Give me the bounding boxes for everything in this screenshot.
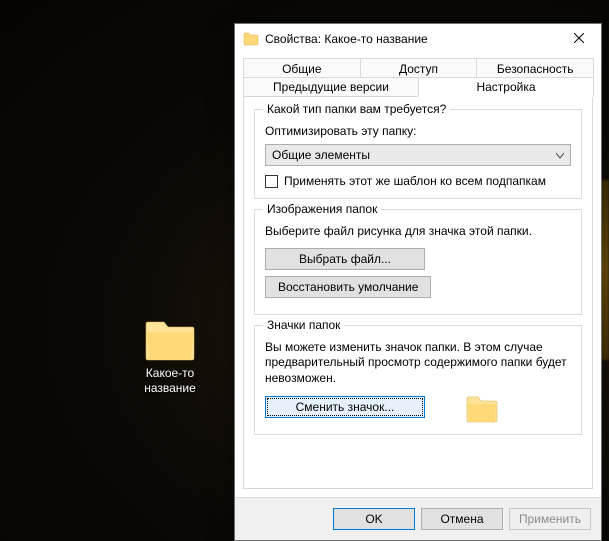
dialog-body: Какой тип папки вам требуется? Оптимизир… [243,96,593,489]
desktop: Какое-то название Свойства: Какое-то наз… [0,0,609,541]
dialog-title: Свойства: Какое-то название [265,32,556,46]
folder-icon [243,31,259,47]
apply-button[interactable]: Применить [509,508,591,530]
folder-images-desc: Выберите файл рисунка для значка этой па… [265,224,571,240]
tabs: Общие Доступ Безопасность Предыдущие вер… [235,54,601,97]
group-folder-icons-legend: Значки папок [263,318,344,332]
optimize-select-value: Общие элементы [272,148,370,162]
desktop-folder[interactable]: Какое-то название [130,320,210,396]
close-icon [574,32,584,46]
ok-button[interactable]: OK [333,508,415,530]
folder-icon [144,320,196,360]
group-folder-type-legend: Какой тип папки вам требуется? [263,102,450,116]
checkbox-icon [265,175,278,188]
tab-sharing[interactable]: Доступ [360,58,478,78]
group-folder-type: Какой тип папки вам требуется? Оптимизир… [254,109,582,199]
tab-customize[interactable]: Настройка [418,77,594,97]
apply-subfolders-label: Применять этот же шаблон ко всем подпапк… [284,174,546,188]
folder-preview-icon [465,394,499,424]
folder-icons-desc: Вы можете изменить значок папки. В этом … [265,340,571,387]
desktop-folder-label: Какое-то название [130,366,210,396]
group-folder-images: Изображения папок Выберите файл рисунка … [254,209,582,315]
optimize-select[interactable]: Общие элементы [265,144,571,166]
dialog-footer: OK Отмена Применить [235,497,601,540]
group-folder-images-legend: Изображения папок [263,202,381,216]
tab-previous-versions[interactable]: Предыдущие версии [243,77,419,97]
change-icon-button[interactable]: Сменить значок... [265,396,425,418]
properties-dialog: Свойства: Какое-то название Общие Доступ… [234,23,602,541]
tab-security[interactable]: Безопасность [476,58,594,78]
tab-general[interactable]: Общие [243,58,361,78]
chevron-down-icon [556,148,564,162]
choose-file-button[interactable]: Выбрать файл... [265,248,425,270]
restore-default-button[interactable]: Восстановить умолчание [265,276,431,298]
cancel-button[interactable]: Отмена [421,508,503,530]
titlebar: Свойства: Какое-то название [235,24,601,54]
group-folder-icons: Значки папок Вы можете изменить значок п… [254,325,582,436]
close-button[interactable] [556,24,601,54]
apply-subfolders-checkbox[interactable]: Применять этот же шаблон ко всем подпапк… [265,174,571,188]
optimize-label: Оптимизировать эту папку: [265,124,571,138]
